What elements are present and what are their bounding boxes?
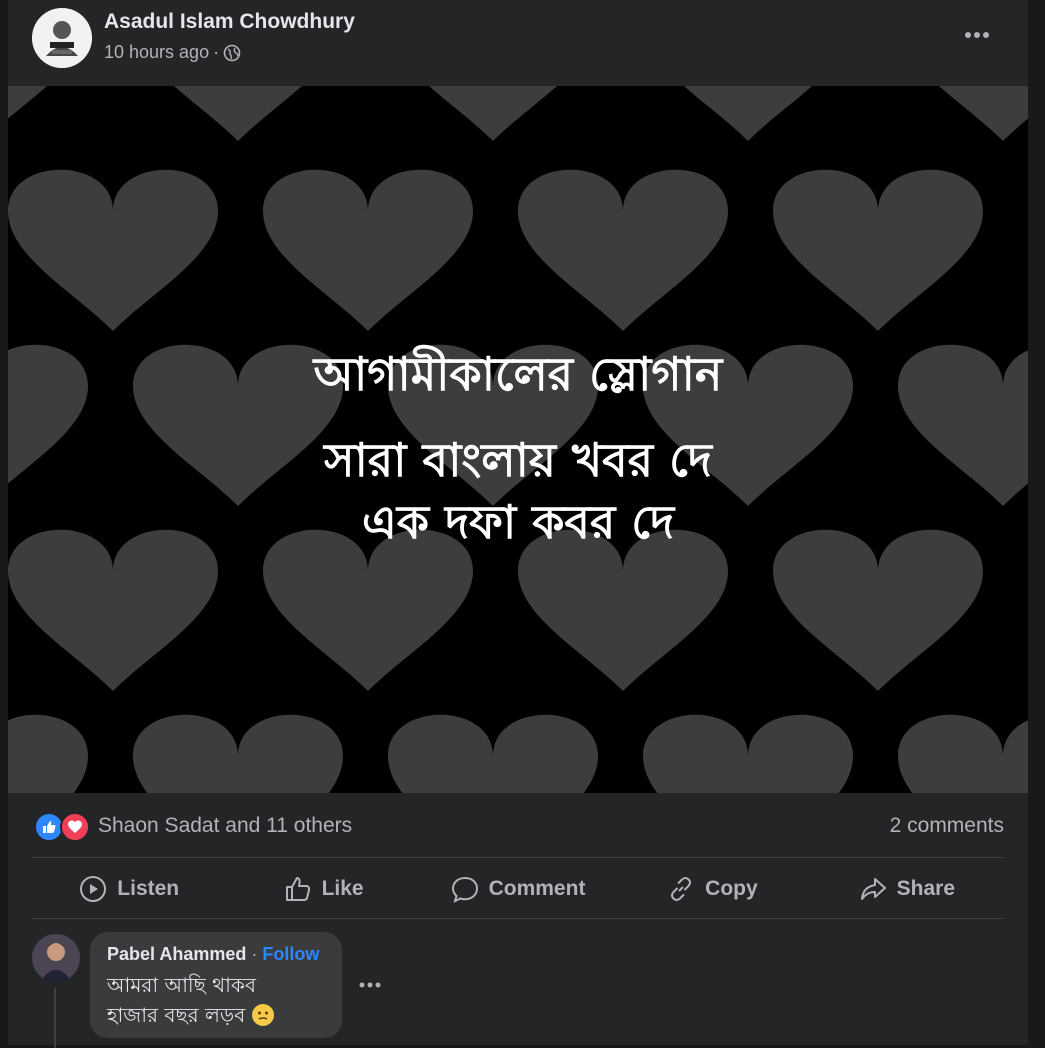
thread-line — [54, 988, 56, 1048]
post-image[interactable]: আগামীকালের স্লোগান সারা বাংলায় খবর দে এ… — [8, 86, 1028, 793]
divider — [32, 918, 1004, 919]
commenter-avatar[interactable] — [32, 934, 80, 982]
heart-shape — [8, 714, 88, 793]
globe-icon[interactable] — [223, 44, 241, 62]
listen-label: Listen — [117, 877, 180, 900]
post-time[interactable]: 10 hours ago — [104, 42, 209, 63]
heart-shape — [388, 714, 598, 793]
like-label: Like — [321, 877, 364, 900]
comment-line-2-wrap: হাজার বছর লড়ব — [107, 1000, 274, 1030]
heart-shape — [518, 169, 728, 331]
more-options-icon[interactable] — [962, 20, 992, 50]
heart-shape — [898, 714, 1028, 793]
link-icon — [671, 877, 692, 901]
love-icon — [60, 812, 90, 842]
post-meta: 10 hours ago · — [104, 42, 241, 63]
thumbs-up-icon — [285, 877, 310, 901]
image-headline: আগামীকালের স্লোগান — [313, 347, 723, 401]
comment-header: Pabel Ahammed · Follow — [107, 944, 319, 965]
thinking-face-emoji — [251, 1003, 274, 1026]
heart-shape — [8, 86, 88, 141]
share-button[interactable]: Share — [810, 860, 1004, 918]
post-actions: Listen Like Comment Copy Share — [32, 860, 1004, 918]
share-icon — [860, 878, 886, 900]
copy-label: Copy — [705, 877, 758, 900]
divider — [32, 857, 1004, 858]
commenter-name[interactable]: Pabel Ahammed — [107, 944, 246, 964]
comment-count[interactable]: 2 comments — [890, 814, 1004, 838]
heart-shape — [773, 169, 983, 331]
comment-dot: · — [251, 944, 258, 964]
play-circle-icon — [80, 876, 107, 902]
comment-more-icon[interactable] — [358, 978, 382, 992]
comment-text: আমরা আছি থাকব হাজার বছর লড়ব — [107, 970, 274, 1030]
reactions-bar: Shaon Sadat and 11 others 2 comments — [8, 794, 1028, 858]
heart-shape — [263, 169, 473, 331]
listen-button[interactable]: Listen — [32, 860, 226, 918]
heart-shape — [898, 86, 1028, 141]
copy-button[interactable]: Copy — [615, 860, 809, 918]
comment-bubble: Pabel Ahammed · Follow আমরা আছি থাকব হাজ… — [90, 932, 342, 1038]
comment-button[interactable]: Comment — [421, 860, 615, 918]
comment-line-1: আমরা আছি থাকব — [107, 973, 256, 997]
post-card: Asadul Islam Chowdhury 10 hours ago · আগ… — [8, 0, 1028, 1048]
comment-icon — [451, 876, 478, 903]
heart-shape — [8, 169, 218, 331]
heart-shape — [643, 86, 853, 141]
image-slogan-line-2: এক দফা কবর দে — [361, 495, 675, 549]
like-button[interactable]: Like — [226, 860, 420, 918]
heart-shape — [133, 714, 343, 793]
reaction-names[interactable]: Shaon Sadat and 11 others — [98, 814, 352, 838]
share-label: Share — [896, 877, 956, 900]
meta-separator: · — [213, 42, 220, 62]
heart-shape — [643, 714, 853, 793]
post-header: Asadul Islam Chowdhury 10 hours ago · — [8, 0, 1028, 86]
heart-shape — [133, 86, 343, 141]
follow-link[interactable]: Follow — [262, 944, 319, 964]
heart-shape — [388, 86, 598, 141]
author-name[interactable]: Asadul Islam Chowdhury — [104, 10, 355, 34]
author-avatar[interactable] — [32, 8, 92, 68]
reaction-icons[interactable] — [34, 812, 90, 842]
comment-line-2: হাজার বছর লড়ব — [107, 1003, 246, 1027]
comment-label: Comment — [488, 877, 586, 900]
